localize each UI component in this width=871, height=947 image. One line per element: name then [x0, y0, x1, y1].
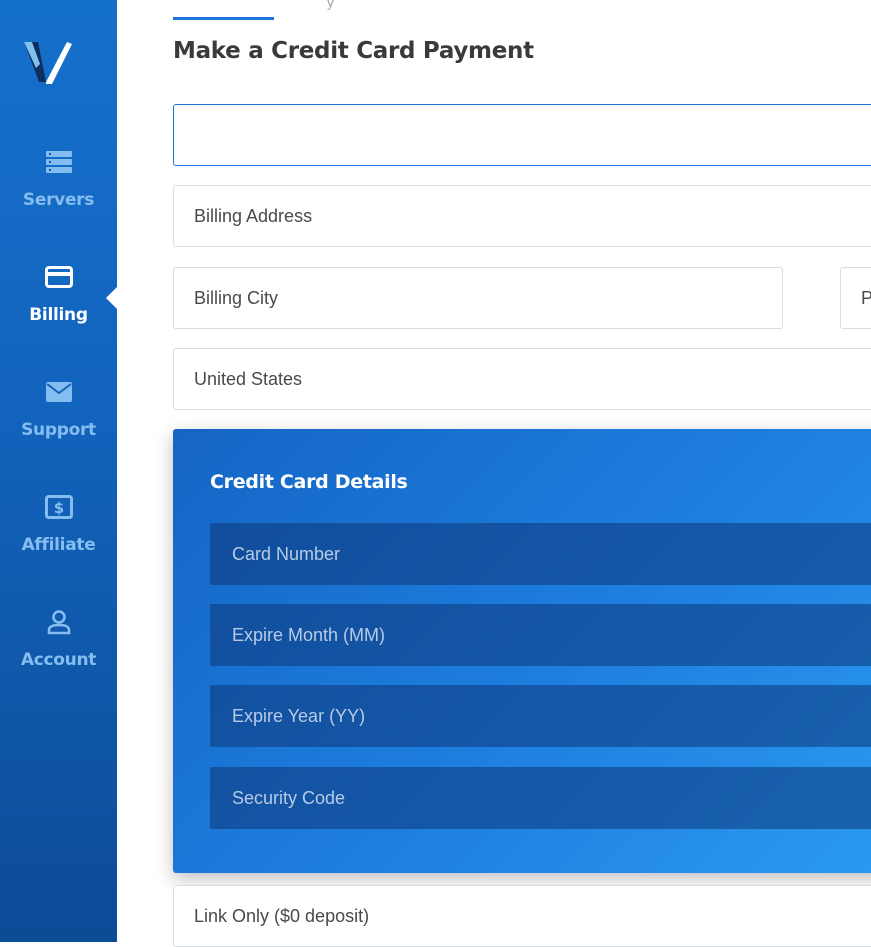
security-code-field[interactable]: Security Code: [210, 767, 871, 829]
billing-city-field[interactable]: Billing City: [173, 267, 783, 329]
billing-address-field[interactable]: Billing Address: [173, 185, 871, 247]
name-field[interactable]: [173, 104, 871, 166]
servers-icon: [45, 148, 73, 176]
active-indicator: [106, 287, 117, 309]
envelope-icon: [45, 378, 73, 406]
sidebar-item-account[interactable]: Account: [0, 608, 117, 688]
sidebar-item-label: Support: [21, 420, 96, 440]
user-icon: [45, 608, 73, 636]
sidebar-item-affiliate[interactable]: $ Affiliate: [0, 493, 117, 573]
svg-text:$: $: [53, 499, 63, 517]
sidebar-item-label: Account: [20, 650, 97, 670]
card-details-title: Credit Card Details: [210, 471, 408, 493]
sidebar-item-billing[interactable]: Billing: [0, 263, 117, 343]
sidebar: Servers Billing Support $ Affiliate Acco…: [0, 0, 117, 942]
vultr-logo[interactable]: [22, 38, 74, 88]
card-number-field[interactable]: Card Number: [210, 523, 871, 585]
expire-year-field[interactable]: Expire Year (YY): [210, 685, 871, 747]
deposit-option-select[interactable]: Link Only ($0 deposit): [173, 885, 871, 947]
page-title: Make a Credit Card Payment: [173, 38, 534, 64]
main-content: y Make a Credit Card Payment Billing Add…: [117, 0, 871, 947]
sidebar-item-servers[interactable]: Servers: [0, 148, 117, 228]
active-tab-underline: [173, 17, 274, 20]
tab-partial-label: y: [327, 0, 334, 10]
country-select[interactable]: United States: [173, 348, 871, 410]
expire-month-field[interactable]: Expire Month (MM): [210, 604, 871, 666]
sidebar-item-label: Servers: [22, 190, 95, 210]
sidebar-item-support[interactable]: Support: [0, 378, 117, 458]
dollar-icon: $: [44, 493, 73, 521]
credit-card-details-panel: Credit Card Details Card Number Expire M…: [173, 429, 871, 873]
credit-card-icon: [44, 263, 73, 291]
sidebar-item-label: Billing: [29, 305, 88, 325]
postal-code-field[interactable]: P: [840, 267, 871, 329]
sidebar-item-label: Affiliate: [21, 535, 96, 555]
